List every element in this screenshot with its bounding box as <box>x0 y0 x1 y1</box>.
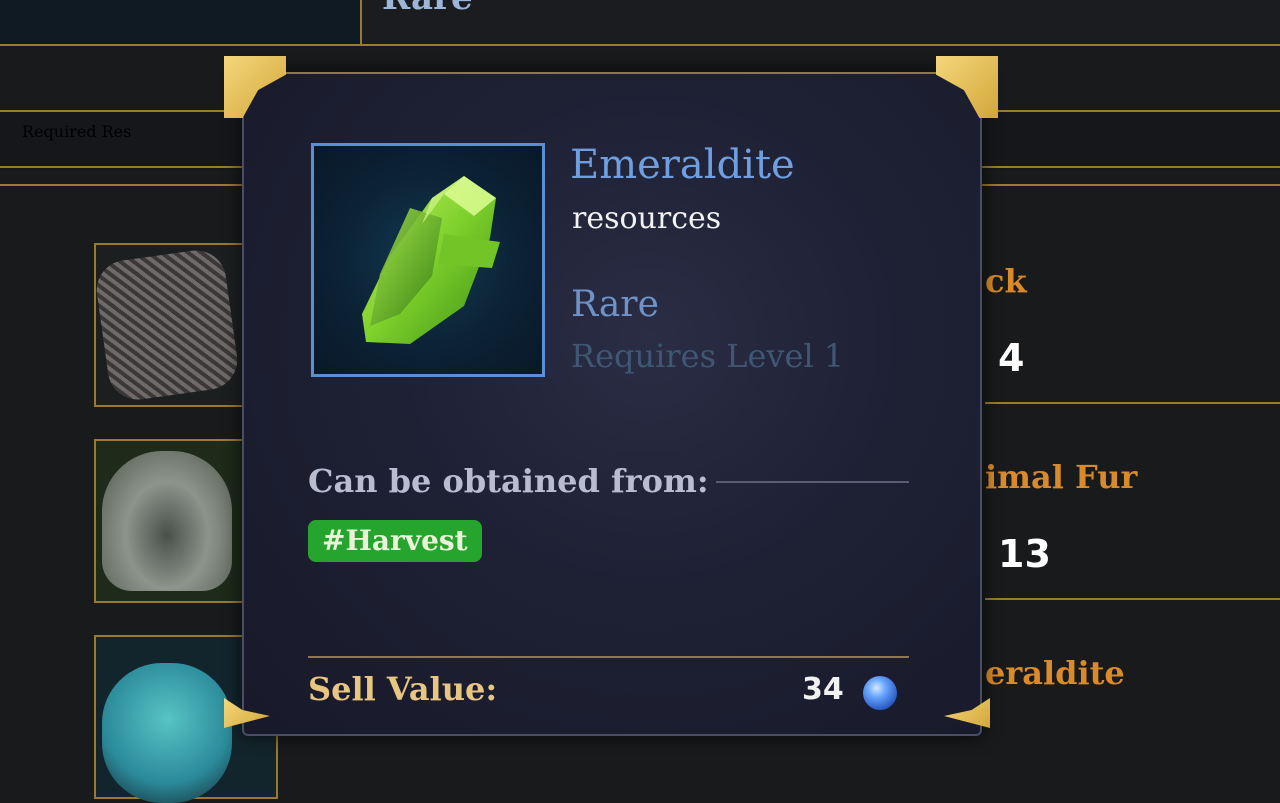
emeraldite-crystal-icon <box>362 176 500 344</box>
emeraldite-material-icon <box>102 663 232 803</box>
animal-fur-icon <box>102 451 232 591</box>
fabric-material-icon <box>92 246 242 404</box>
sell-value-amount: 34 <box>802 672 844 707</box>
required-resources-label: Required Res <box>22 122 132 141</box>
material-quantity: 13 <box>998 532 1051 576</box>
divider <box>0 44 1280 46</box>
divider <box>985 598 1280 600</box>
source-tag-harvest[interactable]: #Harvest <box>308 520 482 562</box>
top-strip: Rare <box>0 0 1280 44</box>
item-name: Emeraldite <box>570 142 795 188</box>
item-icon-frame <box>311 143 545 377</box>
material-name: ck <box>985 262 1027 300</box>
gem-currency-icon <box>863 676 897 710</box>
divider <box>985 402 1280 404</box>
material-quantity: 4 <box>998 336 1025 380</box>
level-requirement: Requires Level 1 <box>571 337 845 375</box>
top-left-panel <box>0 0 362 44</box>
item-type: resources <box>572 201 722 236</box>
item-rarity: Rare <box>571 284 659 325</box>
divider <box>308 656 909 658</box>
material-name: imal Fur <box>985 458 1138 496</box>
divider <box>716 481 909 483</box>
rarity-title: Rare <box>382 0 473 18</box>
obtain-label: Can be obtained from: <box>308 462 709 500</box>
sell-value-label: Sell Value: <box>308 670 498 708</box>
material-name: eraldite <box>985 654 1125 692</box>
